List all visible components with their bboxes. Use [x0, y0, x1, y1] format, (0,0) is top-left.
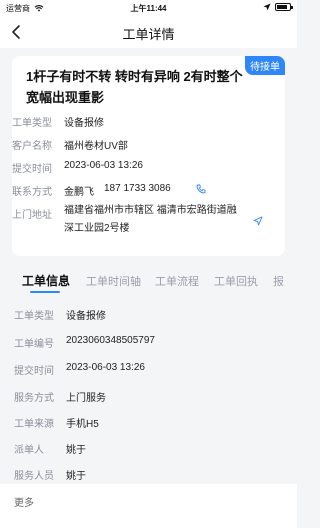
address-value: 福建省福州市市辖区 福清市宏路街道融深工业园2号楼 — [64, 205, 237, 234]
info-value: 福州卷材UV部 — [64, 141, 128, 152]
detail-value: 上门服务 — [66, 393, 106, 404]
battery-fill — [277, 5, 287, 9]
info-row-type: 工单类型 设备报修 — [12, 114, 104, 129]
detail-value: 设备报修 — [66, 311, 106, 322]
order-title: 1杆子有时不转 转时有异响 2有时整个宽幅出现重影 — [26, 69, 243, 105]
more-button[interactable]: 更多 — [14, 494, 34, 509]
detail-value: 姚于 — [66, 471, 86, 482]
detail-row-type: 工单类型 设备报修 — [14, 307, 106, 322]
active-tab-indicator — [30, 291, 60, 293]
contact-phone[interactable]: 187 1733 3086 — [104, 183, 171, 198]
detail-value: 手机H5 — [66, 419, 99, 430]
detail-row-service-mode: 服务方式 上门服务 — [14, 389, 106, 404]
detail-label: 提交时间 — [14, 366, 54, 377]
status-bar: 运营商 上午11:44 — [0, 0, 297, 16]
detail-label: 工单编号 — [14, 339, 54, 350]
status-time: 上午11:44 — [130, 4, 167, 13]
detail-row-number: 工单编号 2023060348505797 — [14, 335, 155, 350]
tab-order-info[interactable]: 工单信息 — [22, 272, 70, 289]
tab-receipt[interactable]: 工单回执 — [214, 273, 258, 289]
footer-bar: 更多 — [0, 484, 297, 528]
detail-row-dispatcher: 派单人 姚于 — [14, 441, 86, 456]
page-title: 工单详情 — [122, 27, 175, 42]
status-badge: 待接单 — [245, 56, 285, 75]
info-value: 2023-06-03 13:26 — [64, 160, 143, 171]
detail-value: 姚于 — [66, 445, 86, 456]
detail-row-source: 工单来源 手机H5 — [14, 415, 99, 430]
nav-bar: 工单详情 — [0, 16, 297, 48]
phone-icon[interactable] — [196, 184, 206, 194]
detail-label: 服务方式 — [14, 393, 54, 404]
contact-name: 金鹏飞 — [64, 187, 94, 198]
detail-label: 派单人 — [14, 445, 44, 456]
detail-value: 2023-06-03 13:26 — [66, 362, 145, 373]
info-row-customer: 客户名称 福州卷材UV部 — [12, 137, 128, 152]
info-label: 上门地址 — [12, 210, 52, 221]
info-label: 工单类型 — [12, 118, 52, 129]
info-row-submit-time: 提交时间 2023-06-03 13:26 — [12, 160, 143, 175]
info-row-contact: 联系方式 金鹏飞 187 1733 3086 — [12, 183, 171, 198]
detail-value: 2023060348505797 — [66, 335, 155, 346]
tab-bar: 工单信息 工单时间轴 工单流程 工单回执 报 — [0, 270, 297, 293]
detail-row-submit-time: 提交时间 2023-06-03 13:26 — [14, 362, 145, 377]
info-label: 联系方式 — [12, 187, 52, 198]
info-label: 客户名称 — [12, 141, 52, 152]
navigate-icon[interactable] — [253, 216, 263, 226]
detail-row-staff: 服务人员 姚于 — [14, 467, 86, 482]
info-value: 设备报修 — [64, 118, 104, 129]
status-right — [263, 3, 293, 11]
battery-icon — [275, 3, 293, 11]
info-row-address: 上门地址 — [12, 206, 64, 221]
detail-label: 工单来源 — [14, 419, 54, 430]
tab-timeline[interactable]: 工单时间轴 — [86, 273, 141, 289]
tab-report[interactable]: 报 — [273, 273, 284, 289]
tab-flow[interactable]: 工单流程 — [155, 273, 199, 289]
location-arrow-icon — [263, 3, 271, 11]
detail-label: 工单类型 — [14, 311, 54, 322]
info-label: 提交时间 — [12, 164, 52, 175]
detail-label: 服务人员 — [14, 471, 54, 482]
